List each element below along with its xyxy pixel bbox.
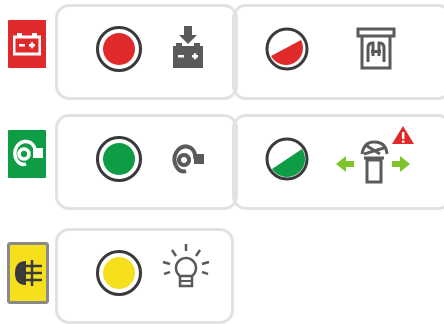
- battery-icon: [13, 33, 41, 56]
- battery-level-gauge: [265, 27, 309, 71]
- light-bulb-icon: [162, 244, 210, 288]
- horn-warning-tile[interactable]: [8, 130, 46, 178]
- horn-status-card: [55, 114, 238, 210]
- horn-status-indicator: [96, 136, 142, 182]
- rear-fog-light-icon: [15, 260, 42, 286]
- fog-light-status-indicator: [96, 250, 142, 296]
- horn-icon: [13, 139, 43, 167]
- battery-status-fill: [103, 33, 135, 65]
- horn-status-fill: [103, 143, 135, 175]
- fog-light-status-fill: [103, 257, 135, 289]
- horn-level-gauge: [265, 137, 309, 181]
- fuse-box-icon: [356, 27, 396, 70]
- steering-column-warning-icon: [336, 126, 414, 184]
- battery-status-indicator: [96, 26, 142, 72]
- fog-light-warning-tile[interactable]: [7, 242, 49, 304]
- battery-status-card: [55, 4, 238, 100]
- horn-small-icon: [172, 144, 204, 174]
- battery-warning-tile[interactable]: [8, 20, 46, 68]
- battery-charging-icon: [173, 26, 203, 68]
